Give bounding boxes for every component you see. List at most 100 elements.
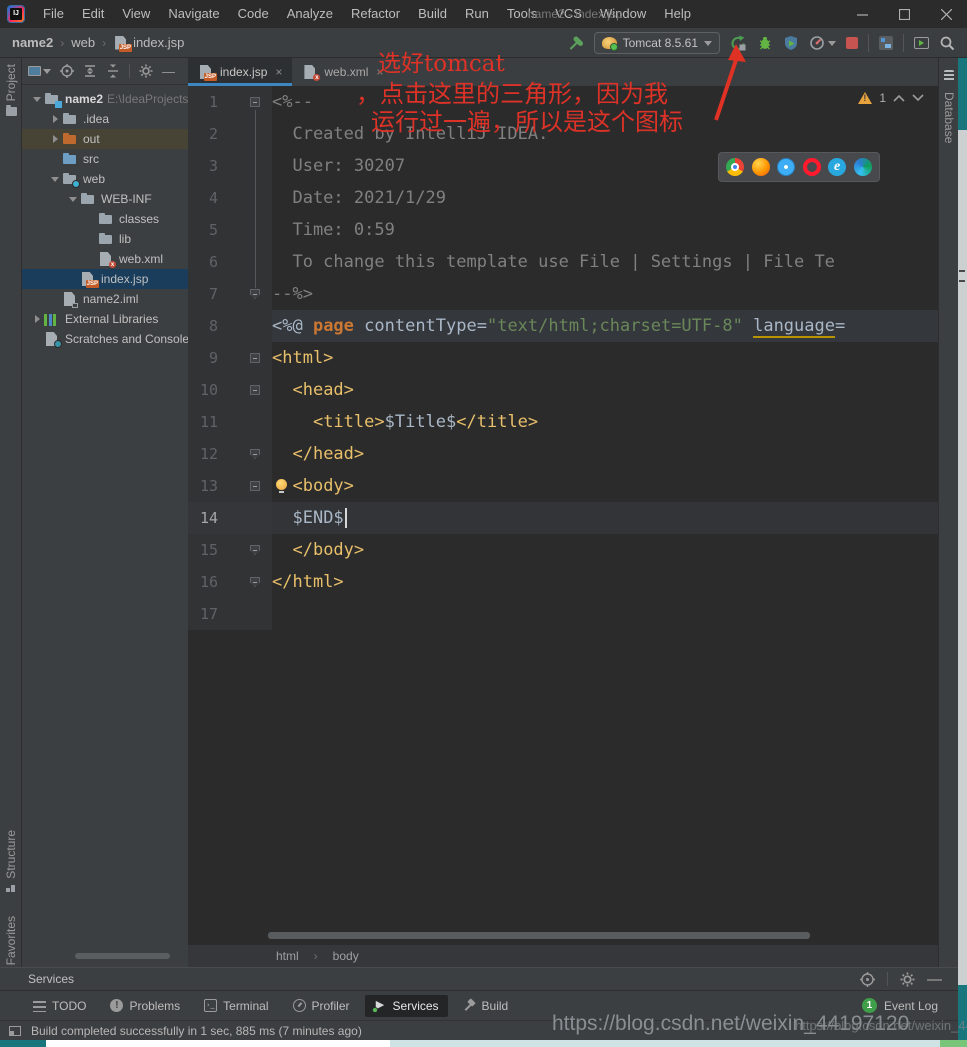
menu-edit[interactable]: Edit — [73, 0, 113, 28]
code-line-text[interactable]: <body> — [272, 470, 938, 502]
fold-end-icon[interactable] — [250, 289, 260, 299]
code-line-11[interactable]: 11 <title>$Title$</title> — [188, 406, 938, 438]
fold-end-icon[interactable] — [250, 545, 260, 555]
code-line-text[interactable]: Time: 0:59 — [272, 214, 938, 246]
hide-panel-icon[interactable]: — — [162, 64, 175, 79]
code-line-5[interactable]: 5 Time: 0:59 — [188, 214, 938, 246]
code-line-14[interactable]: 14 $END$ — [188, 502, 938, 534]
tree-item-name2[interactable]: name2E:\IdeaProjects\nam — [22, 89, 188, 109]
menu-navigate[interactable]: Navigate — [159, 0, 228, 28]
fold-start-icon[interactable] — [250, 353, 260, 363]
code-line-text[interactable]: </head> — [272, 438, 938, 470]
chevron-collapsed-icon[interactable] — [48, 115, 62, 123]
tab-indexjsp[interactable]: JSPindex.jsp× — [188, 58, 292, 86]
code-line-text[interactable]: </html> — [272, 566, 938, 598]
expand-all-icon[interactable] — [83, 64, 97, 78]
close-icon[interactable]: × — [275, 65, 282, 79]
fold-start-icon[interactable] — [250, 481, 260, 491]
close-icon[interactable] — [925, 0, 967, 28]
page-scrollbar-strip[interactable] — [958, 58, 967, 1047]
ie-icon[interactable]: e — [828, 158, 846, 176]
code-line-text[interactable]: </body> — [272, 534, 938, 566]
code-line-9[interactable]: 9<html> — [188, 342, 938, 374]
menu-run[interactable]: Run — [456, 0, 498, 28]
code-line-text[interactable]: To change this template use File | Setti… — [272, 246, 938, 278]
search-icon[interactable] — [939, 35, 955, 51]
menu-view[interactable]: View — [113, 0, 159, 28]
tool-tab-structure[interactable]: Structure — [0, 830, 22, 895]
tree-item-ExternalLibraries[interactable]: External Libraries — [22, 309, 188, 329]
breadcrumb-item-indexjsp[interactable]: JSPindex.jsp — [113, 35, 184, 50]
tree-item-idea[interactable]: .idea — [22, 109, 188, 129]
code-line-text[interactable]: <%@ page contentType="text/html;charset=… — [272, 310, 938, 342]
inspection-widget[interactable]: 1 — [858, 91, 924, 105]
edge-icon[interactable] — [854, 158, 872, 176]
chevron-expanded-icon[interactable] — [66, 197, 80, 202]
tree-item-src[interactable]: src — [22, 149, 188, 169]
tree-item-webxml[interactable]: xweb.xml — [22, 249, 188, 269]
fold-start-icon[interactable] — [250, 97, 260, 107]
breadcrumb-item-name2[interactable]: name2 — [12, 35, 53, 50]
code-line-text[interactable]: --%> — [272, 278, 938, 310]
code-line-4[interactable]: 4 Date: 2021/1/29 — [188, 182, 938, 214]
locate-file-icon[interactable] — [60, 64, 74, 78]
tool-button-problems[interactable]: Problems — [101, 995, 189, 1017]
tool-tab-project[interactable]: Project — [0, 64, 22, 116]
project-structure-icon[interactable] — [879, 36, 893, 50]
build-hammer-icon[interactable] — [568, 35, 584, 51]
tree-item-WEBINF[interactable]: WEB-INF — [22, 189, 188, 209]
code-line-6[interactable]: 6 To change this template use File | Set… — [188, 246, 938, 278]
fold-end-icon[interactable] — [250, 577, 260, 587]
code-line-text[interactable]: Date: 2021/1/29 — [272, 182, 938, 214]
tree-item-name2iml[interactable]: name2.iml — [22, 289, 188, 309]
tree-item-lib[interactable]: lib — [22, 229, 188, 249]
run-window-icon[interactable] — [914, 37, 929, 49]
maximize-icon[interactable] — [883, 0, 925, 28]
tree-item-indexjsp[interactable]: JSPindex.jsp — [22, 269, 188, 289]
code-line-text[interactable]: <title>$Title$</title> — [272, 406, 938, 438]
opera-icon[interactable] — [803, 158, 821, 176]
code-line-17[interactable]: 17 — [188, 598, 938, 630]
locate-icon[interactable] — [860, 972, 875, 987]
menu-build[interactable]: Build — [409, 0, 456, 28]
code-line-12[interactable]: 12 </head> — [188, 438, 938, 470]
chevron-expanded-icon[interactable] — [30, 97, 44, 102]
profiler-button[interactable] — [809, 35, 836, 51]
editor-breadcrumb-body[interactable]: body — [333, 949, 359, 963]
project-panel-scrollbar[interactable] — [75, 953, 170, 959]
code-line-10[interactable]: 10 <head> — [188, 374, 938, 406]
collapse-all-icon[interactable] — [106, 64, 120, 78]
lightbulb-icon[interactable] — [276, 479, 287, 490]
event-log-button[interactable]: 1 Event Log — [862, 998, 938, 1013]
project-view-icon[interactable] — [28, 66, 51, 76]
tool-button-build[interactable]: Build — [454, 995, 518, 1017]
chevron-up-icon[interactable] — [893, 94, 905, 102]
chrome-icon[interactable] — [726, 158, 744, 176]
code-line-text[interactable]: $END$ — [272, 502, 938, 534]
minimize-icon[interactable] — [841, 0, 883, 28]
code-line-text[interactable] — [272, 598, 938, 630]
code-editor[interactable]: 1<%--2 Created by IntelliJ IDEA.3 User: … — [188, 86, 938, 945]
code-line-text[interactable]: <head> — [272, 374, 938, 406]
code-line-16[interactable]: 16</html> — [188, 566, 938, 598]
code-line-8[interactable]: 8<%@ page contentType="text/html;charset… — [188, 310, 938, 342]
tool-button-services[interactable]: ▶Services — [365, 995, 448, 1017]
stop-icon[interactable] — [846, 37, 858, 49]
tool-button-profiler[interactable]: Profiler — [284, 995, 359, 1017]
gear-icon[interactable] — [139, 64, 153, 78]
menu-file[interactable]: File — [34, 0, 73, 28]
gear-icon[interactable] — [900, 972, 915, 987]
fold-end-icon[interactable] — [250, 449, 260, 459]
editor-horizontal-scrollbar[interactable] — [268, 932, 810, 939]
tree-item-ScratchesandConsoles[interactable]: Scratches and Consoles — [22, 329, 188, 349]
code-line-text[interactable]: <html> — [272, 342, 938, 374]
layout-icon[interactable] — [9, 1026, 21, 1036]
chevron-collapsed-icon[interactable] — [48, 135, 62, 143]
tree-item-web[interactable]: web — [22, 169, 188, 189]
menu-refactor[interactable]: Refactor — [342, 0, 409, 28]
chevron-down-icon[interactable] — [912, 94, 924, 102]
chevron-expanded-icon[interactable] — [48, 177, 62, 182]
tool-tab-database[interactable]: Database — [939, 62, 959, 143]
firefox-icon[interactable] — [752, 158, 770, 176]
coverage-shield-icon[interactable] — [783, 35, 799, 51]
